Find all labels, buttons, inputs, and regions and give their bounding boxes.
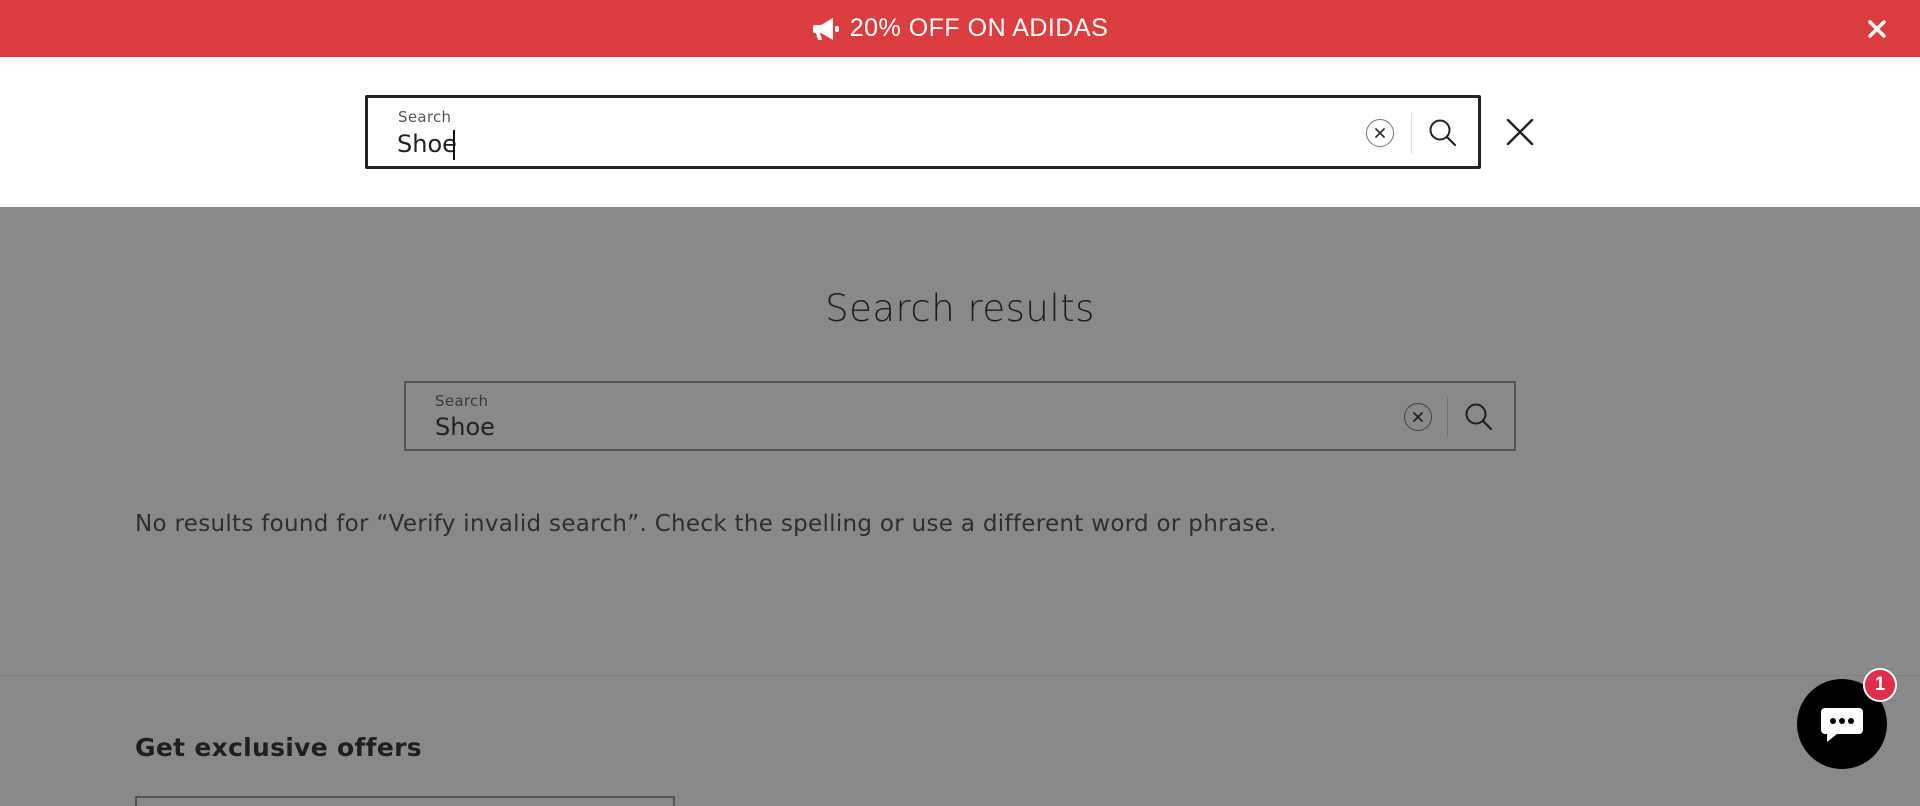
announcement-bar: 20% OFF ON ADIDAS <box>0 0 1920 57</box>
close-search-button[interactable] <box>1505 117 1535 147</box>
newsletter-email-field[interactable] <box>135 796 675 806</box>
search-field-label: Search <box>398 108 452 126</box>
search-field-label: Search <box>435 392 489 410</box>
results-search-field[interactable]: Search <box>404 381 1516 451</box>
page-title: Search results <box>825 287 1095 330</box>
search-icon <box>1465 403 1493 431</box>
close-icon <box>1506 118 1534 146</box>
header-search-field[interactable]: Search <box>365 95 1481 169</box>
search-submit-button[interactable] <box>1462 400 1496 434</box>
search-icon <box>1429 119 1457 147</box>
newsletter-heading: Get exclusive offers <box>135 733 422 762</box>
close-icon[interactable] <box>1864 16 1890 42</box>
results-search-input[interactable] <box>435 413 1335 441</box>
announcement-text[interactable]: 20% OFF ON ADIDAS <box>850 14 1109 43</box>
search-submit-button[interactable] <box>1426 116 1460 150</box>
header-search-input[interactable] <box>397 130 1297 158</box>
field-divider <box>1411 114 1412 154</box>
clear-circle-icon <box>1375 128 1385 138</box>
clear-search-button[interactable] <box>1366 119 1394 147</box>
text-caret <box>453 130 455 160</box>
field-divider <box>1447 397 1448 437</box>
clear-circle-icon <box>1413 412 1423 422</box>
no-results-message: No results found for “Verify invalid sea… <box>135 511 1277 537</box>
search-drawer: Search <box>0 57 1920 207</box>
page-overlay[interactable]: Search results Search No results found f… <box>0 207 1920 806</box>
clear-search-button[interactable] <box>1404 403 1432 431</box>
footer-divider <box>0 675 1920 676</box>
chat-bubble-icon <box>1821 708 1863 742</box>
megaphone-icon <box>812 16 842 42</box>
notification-badge: 1 <box>1863 668 1897 702</box>
